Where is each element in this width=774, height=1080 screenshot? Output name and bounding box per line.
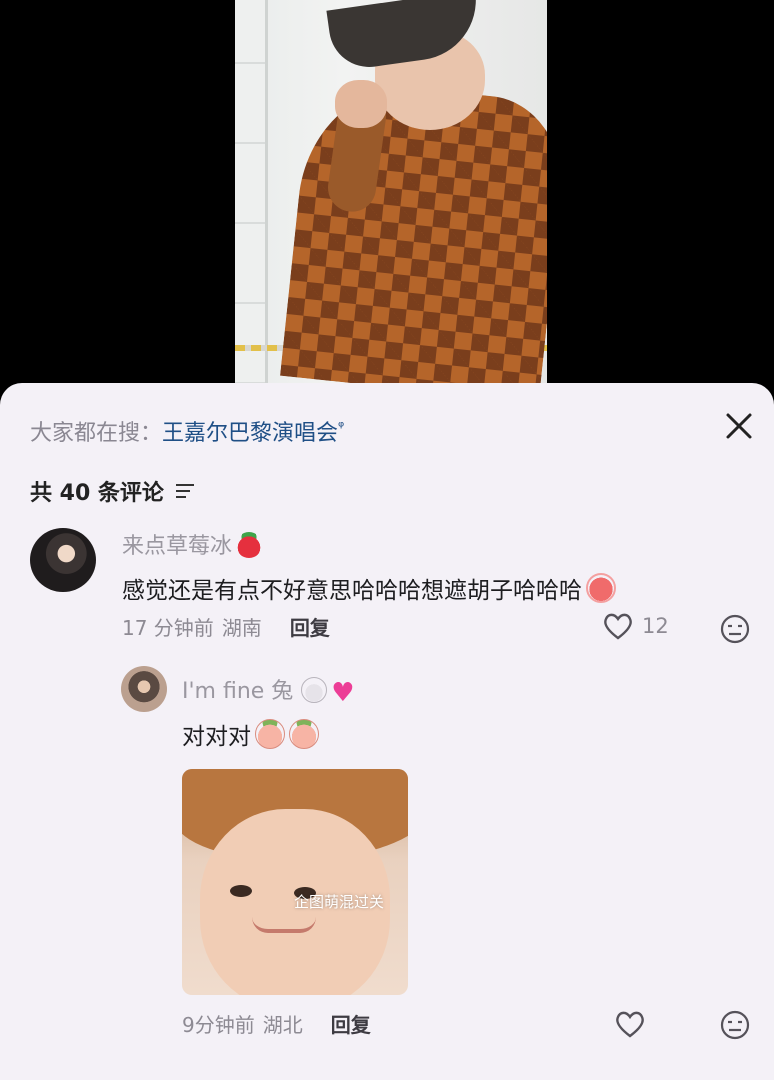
image-mouth — [252, 917, 316, 933]
reply-text[interactable]: 对对对 — [182, 717, 319, 751]
person-hand — [335, 80, 387, 128]
comment-location: 湖南 — [221, 616, 262, 640]
avatar[interactable] — [30, 528, 96, 592]
search-icon[interactable]: ᵠ — [338, 418, 344, 436]
strawberry-icon — [236, 532, 263, 558]
image-watermark: 企图萌混过关 — [294, 893, 385, 911]
comment-sheet: 大家都在搜：王嘉尔巴黎演唱会ᵠ 共 40 条评论 来点草莓冰 感觉还是有点不好意… — [0, 383, 774, 1080]
reply-meta: 9分钟前 湖北 回复 — [182, 1009, 371, 1038]
reply-button[interactable]: 回复 — [290, 612, 330, 641]
reply-image[interactable]: 企图萌混过关 — [182, 769, 408, 995]
background-window — [235, 0, 268, 384]
trending-search-term[interactable]: 王嘉尔巴黎演唱会 — [162, 421, 338, 446]
avatar[interactable] — [121, 666, 167, 712]
like-count: 12 — [642, 614, 669, 638]
username-text[interactable]: 来点草莓冰 — [122, 534, 232, 559]
reply-username[interactable]: I'm fine 兔 ♥ — [182, 673, 355, 708]
peach-emoji-icon — [255, 719, 285, 749]
laughing-emoji-icon — [586, 573, 616, 603]
heart-icon — [616, 1011, 644, 1038]
comment-time: 17 分钟前 — [122, 616, 214, 640]
sort-filter-icon[interactable] — [174, 482, 196, 500]
image-eye — [230, 885, 252, 897]
reply-time: 9分钟前 — [182, 1013, 255, 1037]
trending-search-prefix: 大家都在搜： — [30, 421, 163, 446]
comment-count-row: 共 40 条评论 — [30, 475, 196, 507]
video-frame[interactable] — [235, 0, 547, 384]
video-player[interactable] — [0, 0, 774, 384]
comment-meta: 17 分钟前 湖南 回复 — [122, 612, 330, 641]
pink-heart-icon: ♥ — [331, 678, 355, 708]
rabbit-icon — [301, 677, 328, 703]
peach-emoji-icon — [289, 719, 319, 749]
like-button[interactable]: 12 — [602, 611, 669, 641]
trending-search[interactable]: 大家都在搜：王嘉尔巴黎演唱会ᵠ — [30, 415, 344, 447]
reply-button[interactable]: 回复 — [331, 1009, 371, 1038]
reply-location: 湖北 — [262, 1013, 303, 1037]
comment-body: 感觉还是有点不好意思哈哈哈想遮胡子哈哈哈 — [122, 578, 582, 604]
comment-text[interactable]: 感觉还是有点不好意思哈哈哈想遮胡子哈哈哈 — [122, 571, 616, 605]
reply-body: 对对对 — [182, 724, 251, 750]
username-text[interactable]: I'm fine 兔 — [182, 679, 293, 704]
dislike-icon[interactable] — [719, 613, 751, 645]
comment-username[interactable]: 来点草莓冰 — [122, 528, 263, 560]
close-icon[interactable] — [722, 409, 756, 443]
comment-count: 共 40 条评论 — [30, 481, 164, 506]
heart-icon — [604, 613, 632, 640]
dislike-icon[interactable] — [719, 1009, 751, 1041]
like-button[interactable] — [614, 1009, 646, 1039]
